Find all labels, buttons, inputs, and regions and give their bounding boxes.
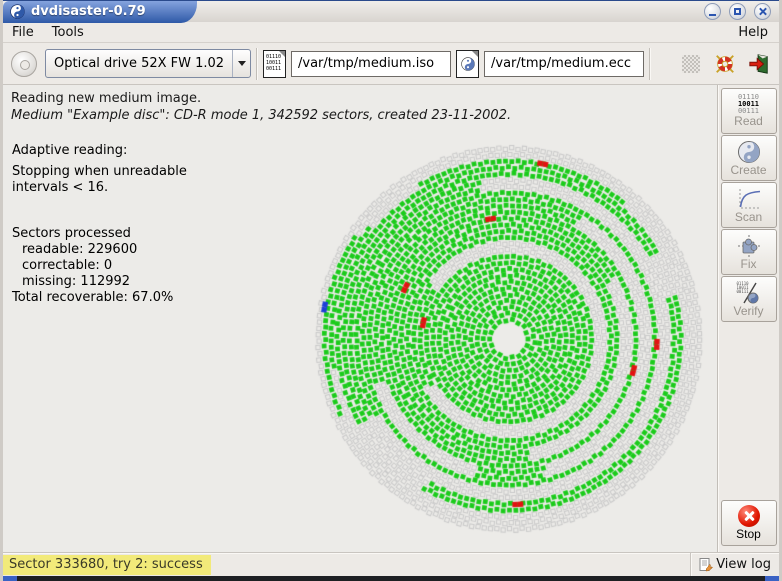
sectors-correctable: correctable: 0 bbox=[12, 258, 187, 274]
view-log-label: View log bbox=[716, 557, 771, 572]
stopping-rule-line-1: Stopping when unreadable bbox=[12, 164, 187, 180]
sectors-readable: readable: 229600 bbox=[12, 242, 187, 258]
window-bottom-frame bbox=[3, 576, 779, 581]
sectors-missing: missing: 112992 bbox=[12, 274, 187, 290]
stop-x-icon bbox=[738, 505, 760, 527]
binary-read-icon: 01110 10011 00111 bbox=[738, 94, 759, 115]
titlebar: dvdisaster-0.79 bbox=[3, 0, 779, 22]
verify-button-label: Verify bbox=[733, 305, 763, 318]
fix-button[interactable]: Fix bbox=[721, 229, 777, 275]
drive-selector[interactable]: Optical drive 52X FW 1.02 bbox=[45, 49, 251, 78]
app-yin-yang-icon bbox=[10, 4, 25, 19]
toolbar-separator bbox=[256, 48, 258, 80]
scan-curve-icon bbox=[736, 187, 762, 211]
status-message: Sector 333680, try 2: success bbox=[3, 555, 211, 575]
lifebuoy-help-icon bbox=[714, 53, 736, 75]
status-line-2: Medium "Example disc": CD-R mode 1, 3425… bbox=[11, 107, 709, 124]
window-title: dvdisaster-0.79 bbox=[31, 4, 146, 19]
sector-spiral-canvas bbox=[294, 129, 724, 549]
sidebar: 01110 10011 00111 Read Create bbox=[717, 85, 779, 552]
toolbar-separator bbox=[649, 48, 651, 80]
scan-button-label: Scan bbox=[735, 211, 762, 224]
read-button-label: Read bbox=[734, 115, 763, 128]
sectors-processed-title: Sectors processed bbox=[12, 226, 187, 242]
menu-help[interactable]: Help bbox=[727, 24, 779, 41]
help-button[interactable] bbox=[712, 51, 738, 77]
close-button[interactable] bbox=[754, 3, 771, 20]
drive-selector-value: Optical drive 52X FW 1.02 bbox=[46, 56, 232, 71]
iso-file-input[interactable] bbox=[291, 51, 451, 77]
chevron-down-icon bbox=[232, 50, 250, 77]
read-button[interactable]: 01110 10011 00111 Read bbox=[721, 88, 777, 134]
main-panel: Reading new medium image. Medium "Exampl… bbox=[3, 85, 717, 552]
stop-button[interactable]: Stop bbox=[721, 500, 777, 546]
verify-binary-icon: 01110 10011 00111 bbox=[736, 281, 762, 305]
toolbar: Optical drive 52X FW 1.02 01110 10011 00… bbox=[3, 43, 779, 85]
verify-button[interactable]: 01110 10011 00111 Verify bbox=[721, 276, 777, 322]
menu-file[interactable]: File bbox=[3, 24, 43, 41]
reading-info-panel: Adaptive reading: Stopping when unreadab… bbox=[12, 143, 187, 306]
close-icon bbox=[758, 7, 767, 16]
ecc-file-icon bbox=[456, 50, 479, 78]
log-document-icon bbox=[699, 558, 713, 572]
create-button-label: Create bbox=[730, 164, 766, 177]
title-tab: dvdisaster-0.79 bbox=[3, 1, 181, 23]
menu-tools[interactable]: Tools bbox=[43, 24, 93, 41]
app-window: dvdisaster-0.79 File Tools Help Optical … bbox=[0, 0, 782, 581]
ecc-file-input[interactable] bbox=[484, 51, 644, 77]
menubar: File Tools Help bbox=[3, 22, 779, 43]
stopping-rule-line-2: intervals < 16. bbox=[12, 180, 187, 196]
window-controls bbox=[704, 3, 779, 20]
reading-mode-label: Adaptive reading: bbox=[12, 143, 187, 159]
total-recoverable: Total recoverable: 67.0% bbox=[12, 290, 187, 306]
maximize-button[interactable] bbox=[729, 3, 746, 20]
statusbar: Sector 333680, try 2: success View log bbox=[3, 552, 779, 576]
preferences-button[interactable] bbox=[678, 51, 704, 77]
quit-button[interactable] bbox=[746, 51, 772, 77]
stop-button-label: Stop bbox=[736, 528, 761, 541]
status-line-1: Reading new medium image. bbox=[11, 90, 709, 107]
create-button[interactable]: Create bbox=[721, 135, 777, 181]
fix-button-label: Fix bbox=[741, 258, 757, 271]
minimize-button[interactable] bbox=[704, 3, 721, 20]
puzzle-icon bbox=[736, 234, 762, 258]
yin-yang-icon bbox=[737, 140, 761, 164]
scan-button[interactable]: Scan bbox=[721, 182, 777, 228]
iso-file-icon: 01110 10011 00111 bbox=[263, 50, 286, 78]
quit-icon bbox=[748, 53, 770, 75]
maximize-icon bbox=[734, 8, 741, 15]
view-log-button[interactable]: View log bbox=[690, 553, 779, 576]
minimize-icon bbox=[709, 14, 716, 16]
cd-drive-icon bbox=[11, 51, 37, 77]
status-heading: Reading new medium image. Medium "Exampl… bbox=[3, 85, 717, 124]
preferences-icon bbox=[682, 55, 700, 73]
